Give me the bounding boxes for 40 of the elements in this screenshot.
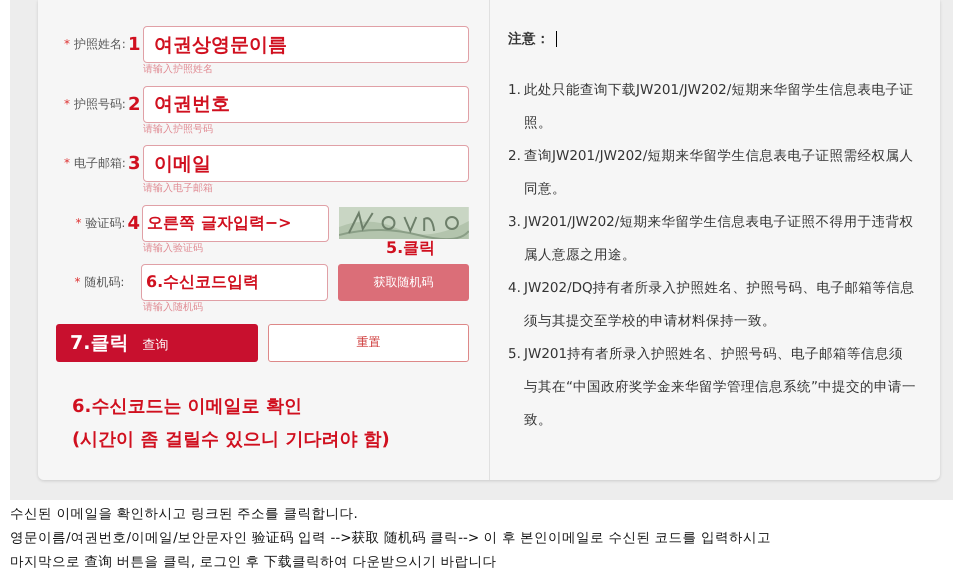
- item-number: 5.: [508, 345, 522, 364]
- item-number: 3.: [508, 213, 522, 232]
- notice-title: 注意：: [508, 30, 550, 48]
- field-label: * 护照姓名:: [62, 36, 126, 53]
- field-label: * 验证码:: [74, 214, 126, 232]
- text-cursor: [556, 31, 557, 47]
- field-label: * 电子邮箱:: [62, 155, 126, 172]
- field-hint: 请输入护照号码: [143, 122, 213, 136]
- field-hint: 请输入随机码: [143, 301, 203, 314]
- notice-item: 此处只能查询下载JW201/JW202/短期来华留学生信息表电子证照。: [524, 81, 914, 133]
- reset-button[interactable]: 重置: [268, 324, 469, 362]
- caption-text: 수신된 이메일을 확인하시고 링크된 주소를 클릭합니다.: [10, 505, 359, 524]
- annotation-text: (시간이 좀 걸릴수 있으니 기다려야 함): [72, 428, 391, 452]
- input-field[interactable]: 여권상영문이름: [142, 26, 469, 63]
- field-hint: 请输入验证码: [143, 242, 203, 254]
- item-number: 2.: [508, 147, 522, 166]
- field-label: * 护照号码:: [62, 96, 126, 112]
- notice-item: JW202/DQ持有者所录入护照姓名、护照号码、电子邮箱等信息须与其提交至学校的申请材料保持一致。: [524, 279, 916, 331]
- input-field[interactable]: 6.수신코드입력: [141, 264, 328, 301]
- get-code-button[interactable]: 获取随机码: [338, 264, 469, 301]
- caption-text: 마지막으로 查询 버튼을 클릭, 로그인 후 下载클릭하여 다운받으시기 바랍니다: [10, 553, 498, 572]
- field-hint: 请输入电子邮箱: [143, 182, 213, 195]
- step-note: 5.클릭: [386, 238, 436, 259]
- annotation-text: 6.수신코드는 이메일로 확인: [72, 394, 303, 418]
- item-number: 4.: [508, 279, 522, 298]
- input-field[interactable]: 오른쪽 글자입력−>: [142, 204, 330, 242]
- caption-text: 영문이름/여권번호/이메일/보안문자인 验证码 입력 -->获取 随机码 클릭--> 이 후 본인이메일로 수신된 코드를 입력하시고: [10, 529, 772, 548]
- item-number: 1.: [508, 81, 522, 100]
- notice-item: JW201持有者所录入护照姓名、护照号码、电子邮箱等信息须与其在“中国政府奖学金来华留学管理信息系统”中提交的申请一致。: [524, 345, 916, 430]
- step-number: 3: [127, 153, 142, 174]
- field-label: * 随机码:: [74, 274, 124, 291]
- notice-item: JW201/JW202/短期来华留学生信息表电子证照不得用于违背权属人意愿之用途。: [524, 213, 914, 265]
- input-field[interactable]: 이메일: [142, 145, 469, 182]
- step-number: 2: [127, 94, 142, 114]
- field-hint: 请输入护照姓名: [143, 63, 213, 76]
- input-field[interactable]: 여권번호: [142, 86, 469, 122]
- notice-item: 查询JW201/JW202/短期来华留学生信息表电子证照需经权属人同意。: [524, 147, 914, 199]
- step-number: 4: [126, 212, 142, 234]
- query-button[interactable]: 7.클릭 查询: [56, 324, 258, 362]
- step-number: 1: [127, 34, 142, 55]
